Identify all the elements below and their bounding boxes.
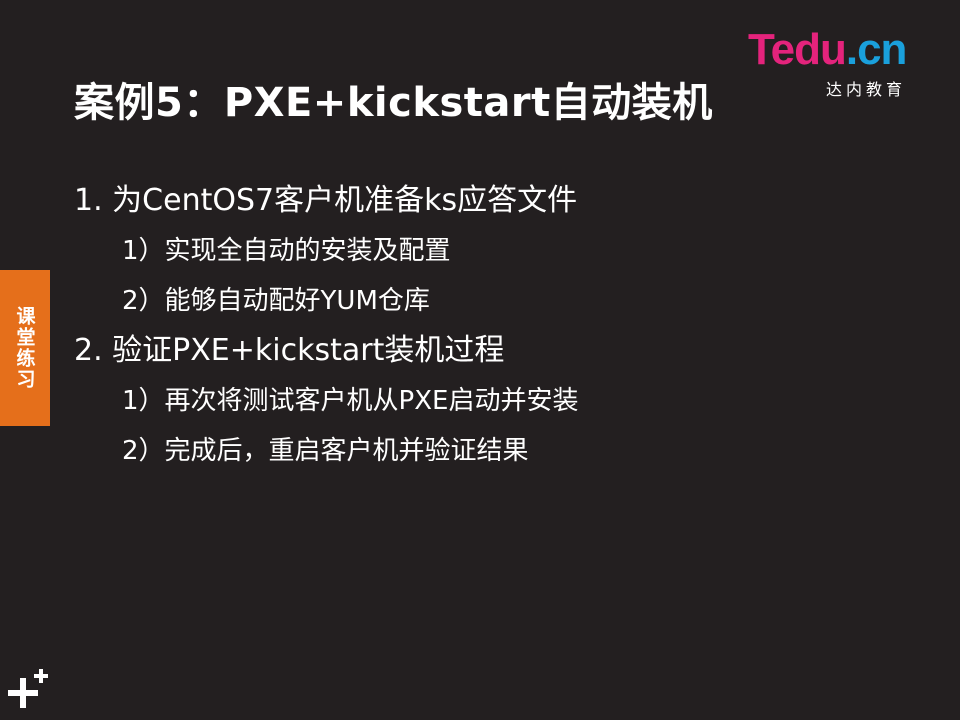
list-subitem: 1）再次将测试客户机从PXE启动并安装 [122, 386, 579, 416]
logo-domain: .cn [845, 25, 908, 74]
slide-content: 1. 为CentOS7客户机准备ks应答文件 1）实现全自动的安装及配置 2）能… [74, 176, 874, 476]
list-subitem: 1）实现全自动的安装及配置 [122, 236, 451, 266]
logo-tagline: 达内教育 [826, 80, 907, 99]
list-item: 1. 为CentOS7客户机准备ks应答文件 [74, 183, 578, 218]
tedu-logo: Tedu.cn 达内教育 [748, 28, 930, 100]
list-subitem: 2）能够自动配好YUM仓库 [122, 286, 430, 316]
side-tab: 课堂练习 [0, 270, 50, 426]
list-subitem: 2）完成后，重启客户机并验证结果 [122, 436, 529, 466]
logo-wordmark: Tedu.cn [748, 28, 930, 72]
logo-brand: Tedu [748, 25, 847, 74]
side-tab-label: 课堂练习 [13, 306, 36, 390]
slide-title: 案例5：PXE+kickstart自动装机 [74, 80, 713, 126]
plus-icon [8, 669, 48, 708]
list-item: 2. 验证PXE+kickstart装机过程 [74, 333, 505, 368]
